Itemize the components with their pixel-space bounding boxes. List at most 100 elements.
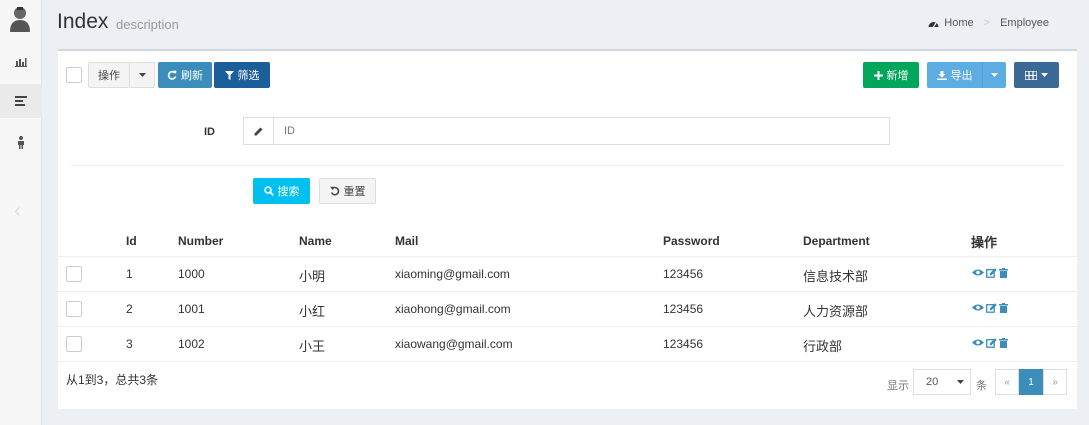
download-icon xyxy=(936,70,947,80)
refresh-icon xyxy=(167,70,177,80)
row-actions xyxy=(972,268,1008,278)
table-row-divider xyxy=(58,291,1077,292)
table-cell-mail: xiaowang@gmail.com xyxy=(395,337,513,351)
row-checkbox[interactable] xyxy=(66,266,82,282)
plus-icon xyxy=(873,70,883,80)
operate-dropdown-button[interactable] xyxy=(129,62,155,88)
search-icon xyxy=(263,186,274,196)
column-header-operate: 操作 xyxy=(971,235,998,250)
table-cell-number: 1000 xyxy=(178,267,205,281)
table-row-divider xyxy=(58,326,1077,327)
filter-label: 筛选 xyxy=(237,70,260,82)
breadcrumb-separator: > xyxy=(983,17,991,29)
trash-icon[interactable] xyxy=(999,338,1008,348)
caret-down-icon xyxy=(957,380,964,384)
collapse-arrow-icon[interactable]: ‹ xyxy=(14,200,21,223)
column-header-id[interactable]: Id xyxy=(126,234,137,248)
eye-icon[interactable] xyxy=(972,338,984,347)
table-cell-mail: xiaoming@gmail.com xyxy=(395,267,510,281)
trash-icon[interactable] xyxy=(999,303,1008,313)
operate-label: 操作 xyxy=(98,70,120,82)
reset-label: 重置 xyxy=(343,186,366,198)
breadcrumb-home[interactable]: Home xyxy=(944,17,973,29)
filter-button[interactable]: 筛选 xyxy=(214,62,270,88)
table-cell-number: 1001 xyxy=(178,302,205,316)
table-cell-department: 信息技术部 xyxy=(803,269,869,284)
column-header-name[interactable]: Name xyxy=(299,234,332,248)
caret-down-icon xyxy=(138,73,146,77)
row-checkbox[interactable] xyxy=(66,301,82,317)
table-cell-id: 2 xyxy=(126,302,133,316)
export-label: 导出 xyxy=(950,70,973,82)
user-avatar[interactable] xyxy=(7,4,33,32)
row-checkbox[interactable] xyxy=(66,336,82,352)
pencil-icon xyxy=(254,127,263,135)
id-search-input[interactable] xyxy=(274,118,889,144)
page-size-value: 20 xyxy=(926,376,939,388)
pagination-prev-button[interactable]: « xyxy=(995,369,1019,395)
page-title: Index xyxy=(57,10,109,33)
search-submit-button[interactable]: 搜索 xyxy=(253,178,310,204)
person-icon xyxy=(18,135,24,149)
add-button[interactable]: 新增 xyxy=(863,62,919,88)
sidebar-item-dashboard[interactable] xyxy=(0,45,42,79)
table-cell-department: 行政部 xyxy=(803,339,843,354)
table-cell-name: 小王 xyxy=(299,339,326,354)
eye-icon[interactable] xyxy=(972,303,984,312)
id-label: ID xyxy=(204,126,215,138)
reset-button[interactable]: 重置 xyxy=(319,178,376,204)
columns-toggle-button[interactable] xyxy=(1014,62,1059,88)
table-cell-id: 3 xyxy=(126,337,133,351)
dashboard-icon xyxy=(928,21,939,27)
table-columns-icon xyxy=(1025,70,1037,80)
page-description: description xyxy=(116,17,179,32)
table-cell-password: 123456 xyxy=(663,302,704,316)
sidebar: ‹ xyxy=(0,0,42,425)
column-header-mail[interactable]: Mail xyxy=(395,234,418,248)
table-cell-password: 123456 xyxy=(663,337,704,351)
table-cell-department: 人力资源部 xyxy=(803,304,869,319)
table-cell-password: 123456 xyxy=(663,267,704,281)
undo-icon xyxy=(329,186,339,196)
table-cell-mail: xiaohong@gmail.com xyxy=(395,302,511,316)
column-header-department[interactable]: Department xyxy=(803,234,870,248)
search-submit-label: 搜索 xyxy=(277,186,300,198)
trash-icon[interactable] xyxy=(999,268,1008,278)
column-header-password[interactable]: Password xyxy=(663,234,720,248)
operate-button[interactable]: 操作 xyxy=(88,62,130,88)
refresh-button[interactable]: 刷新 xyxy=(158,62,212,88)
edit-icon[interactable] xyxy=(986,268,997,278)
table-cell-number: 1002 xyxy=(178,337,205,351)
export-dropdown-button[interactable] xyxy=(982,62,1006,88)
breadcrumb: Home > Employee xyxy=(928,17,1049,29)
breadcrumb-current: Employee xyxy=(1000,17,1049,29)
caret-down-icon xyxy=(991,73,998,77)
pagination-page-button[interactable]: 1 xyxy=(1019,369,1043,395)
caret-down-icon xyxy=(1041,73,1048,77)
refresh-label: 刷新 xyxy=(181,70,203,82)
pagination-next-button[interactable]: » xyxy=(1043,369,1067,395)
export-button[interactable]: 导出 xyxy=(927,62,982,88)
filter-icon xyxy=(224,70,234,80)
row-actions xyxy=(972,303,1008,313)
table-cell-name: 小红 xyxy=(299,304,326,319)
list-icon xyxy=(15,96,27,106)
row-actions xyxy=(972,338,1008,348)
id-input-addon xyxy=(244,118,274,144)
table-cell-name: 小明 xyxy=(299,269,326,284)
eye-icon[interactable] xyxy=(972,268,984,277)
select-all-checkbox[interactable] xyxy=(66,67,82,83)
id-input-group xyxy=(243,117,890,145)
edit-icon[interactable] xyxy=(986,338,997,348)
page-size-select[interactable]: 20 xyxy=(913,369,971,395)
page-size-unit: 条 xyxy=(976,380,987,392)
sidebar-item-list[interactable] xyxy=(0,84,42,118)
main-panel: 操作 刷新 筛选 新增 导出 ID ID 搜索 重置 Id Number Nam… xyxy=(58,49,1077,409)
content-header: Index description Home > Employee xyxy=(42,0,1089,48)
column-header-number[interactable]: Number xyxy=(178,234,223,248)
table-row-divider xyxy=(58,361,1077,362)
sidebar-item-person[interactable] xyxy=(0,125,42,159)
edit-icon[interactable] xyxy=(986,303,997,313)
page-size-label: 显示 xyxy=(887,380,909,392)
add-label: 新增 xyxy=(886,70,909,82)
